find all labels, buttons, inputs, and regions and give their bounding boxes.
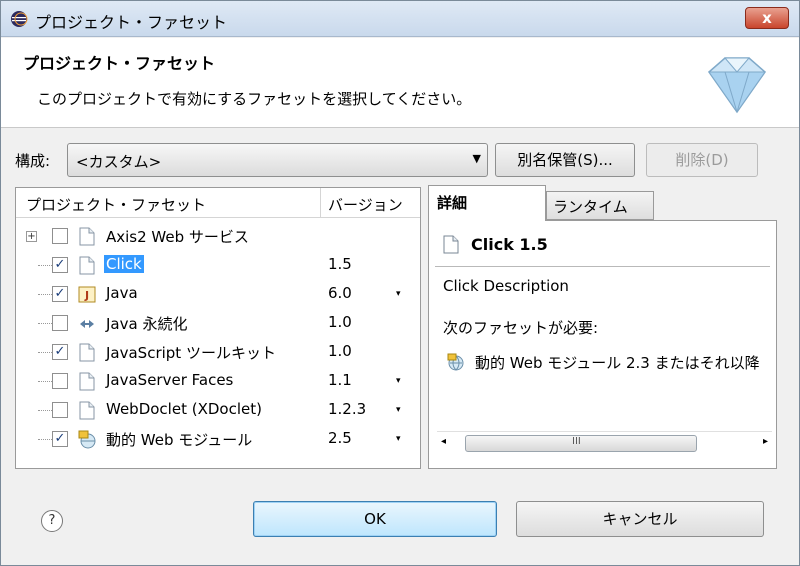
- header-banner: プロジェクト・ファセット このプロジェクトで有効にするファセットを選択してくださ…: [1, 38, 799, 128]
- facet-row[interactable]: JavaServer Faces 1.1 ▾: [16, 367, 420, 396]
- facet-row[interactable]: ✓ J Java 6.0 ▾: [16, 280, 420, 309]
- web-module-icon: [447, 353, 464, 371]
- tree-connector: [38, 381, 52, 382]
- tab-details-label: 詳細: [437, 194, 468, 212]
- facet-row[interactable]: ✓ 動的 Web モジュール 2.5 ▾: [16, 425, 420, 454]
- facet-version: 1.5: [328, 255, 352, 273]
- chevron-down-icon[interactable]: ▾: [396, 376, 401, 386]
- file-icon: [79, 401, 95, 420]
- facet-table-header: プロジェクト・ファセット バージョン: [16, 188, 420, 218]
- tree-connector: [38, 439, 52, 440]
- diamond-icon: [707, 57, 767, 114]
- config-label: 構成:: [15, 152, 51, 170]
- facet-row[interactable]: ✓ JavaScript ツールキット 1.0: [16, 338, 420, 367]
- details-panel: Click 1.5 Click Description 次のファセットが必要: …: [428, 220, 777, 469]
- facet-checkbox[interactable]: ✓: [52, 344, 68, 360]
- facet-version[interactable]: 2.5: [328, 429, 352, 447]
- facet-name: JavaScript ツールキット: [106, 344, 276, 362]
- facet-checkbox[interactable]: ✓: [52, 257, 68, 273]
- column-header-version[interactable]: バージョン: [328, 194, 403, 215]
- page-title: プロジェクト・ファセット: [23, 54, 216, 73]
- file-icon: [443, 235, 459, 254]
- details-requires-label: 次のファセットが必要:: [443, 319, 599, 337]
- facet-version: 1.0: [328, 313, 352, 331]
- facet-version: 1.0: [328, 342, 352, 360]
- facet-name: WebDoclet (XDoclet): [106, 400, 262, 418]
- tree-connector: [38, 265, 52, 266]
- tab-runtime-label: ランタイム: [553, 198, 628, 216]
- facet-name: Click: [104, 255, 144, 273]
- tree-connector: [38, 323, 52, 324]
- horizontal-scrollbar[interactable]: ◂ III ▸: [437, 431, 772, 455]
- chevron-down-icon[interactable]: ▾: [396, 405, 401, 415]
- facet-row[interactable]: ✓ Click 1.5: [16, 251, 420, 280]
- facet-name: Java 永続化: [106, 315, 188, 333]
- tree-connector: [38, 352, 52, 353]
- ok-button[interactable]: OK: [253, 501, 497, 537]
- java-icon: J: [78, 286, 96, 303]
- window-title: プロジェクト・ファセット: [35, 13, 228, 32]
- facet-checkbox[interactable]: [52, 402, 68, 418]
- scroll-left-arrow-icon[interactable]: ◂: [441, 436, 446, 447]
- chevron-down-icon[interactable]: ▾: [396, 289, 401, 299]
- config-selected-value: <カスタム>: [76, 153, 162, 171]
- tree-connector: [38, 294, 52, 295]
- expand-icon[interactable]: +: [26, 231, 37, 242]
- tree-connector: [38, 410, 52, 411]
- chevron-down-icon[interactable]: ▾: [396, 434, 401, 444]
- scroll-right-arrow-icon[interactable]: ▸: [763, 436, 768, 447]
- facet-name: Java: [106, 284, 138, 302]
- close-button[interactable]: x: [745, 7, 789, 29]
- facet-version[interactable]: 1.2.3: [328, 400, 366, 418]
- eclipse-icon: [11, 11, 28, 27]
- facet-name: 動的 Web モジュール: [106, 431, 253, 449]
- file-icon: [79, 372, 95, 391]
- file-icon: [79, 256, 95, 275]
- help-icon[interactable]: ?: [41, 510, 63, 532]
- file-icon: [79, 343, 95, 362]
- details-title: Click 1.5: [471, 235, 548, 254]
- tab-runtime[interactable]: ランタイム: [546, 191, 654, 220]
- persistence-icon: [80, 320, 94, 328]
- cancel-button[interactable]: キャンセル: [516, 501, 764, 537]
- title-bar: プロジェクト・ファセット x: [1, 1, 799, 37]
- facet-row[interactable]: WebDoclet (XDoclet) 1.2.3 ▾: [16, 396, 420, 425]
- facet-checkbox[interactable]: [52, 373, 68, 389]
- facet-checkbox[interactable]: ✓: [52, 286, 68, 302]
- details-dependency: 動的 Web モジュール 2.3 またはそれ以降: [475, 354, 760, 372]
- page-description: このプロジェクトで有効にするファセットを選択してください。: [37, 90, 472, 108]
- facet-name: Axis2 Web サービス: [106, 228, 249, 246]
- scrollbar-thumb[interactable]: III: [465, 435, 697, 452]
- column-divider: [320, 188, 321, 218]
- file-icon: [79, 227, 95, 246]
- facet-name: JavaServer Faces: [106, 371, 234, 389]
- facet-table: プロジェクト・ファセット バージョン + Axis2 Web サービス ✓ Click…: [15, 187, 421, 469]
- scrollbar-grip: III: [572, 436, 581, 447]
- facet-row[interactable]: + Axis2 Web サービス: [16, 222, 420, 251]
- facet-checkbox[interactable]: ✓: [52, 431, 68, 447]
- details-separator: [435, 266, 770, 267]
- facet-version[interactable]: 1.1: [328, 371, 352, 389]
- project-facets-dialog: プロジェクト・ファセット x プロジェクト・ファセット このプロジェクトで有効に…: [0, 0, 800, 566]
- config-select[interactable]: <カスタム> ▼: [67, 143, 488, 177]
- facet-checkbox[interactable]: [52, 228, 68, 244]
- delete-button: 削除(D): [646, 143, 758, 177]
- facet-version[interactable]: 6.0: [328, 284, 352, 302]
- tab-details[interactable]: 詳細: [428, 185, 546, 221]
- details-description: Click Description: [443, 277, 569, 295]
- web-module-icon: [78, 430, 96, 449]
- facet-checkbox[interactable]: [52, 315, 68, 331]
- column-header-facet[interactable]: プロジェクト・ファセット: [26, 194, 206, 215]
- chevron-down-icon: ▼: [472, 152, 481, 165]
- save-as-button[interactable]: 別名保管(S)...: [495, 143, 635, 177]
- svg-text:J: J: [84, 289, 89, 302]
- facet-row[interactable]: Java 永続化 1.0: [16, 309, 420, 338]
